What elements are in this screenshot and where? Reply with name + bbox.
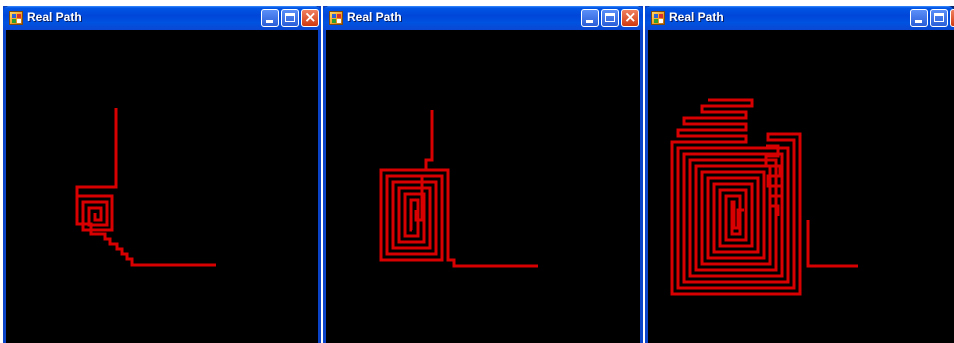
robot-path-line: [75, 108, 216, 267]
close-button[interactable]: ×: [950, 8, 954, 27]
app-icon[interactable]: [9, 11, 23, 25]
path-canvas: [6, 30, 318, 343]
maximize-button[interactable]: [930, 9, 948, 27]
minimize-button[interactable]: [261, 9, 279, 27]
path-canvas: [648, 30, 954, 343]
title-bar[interactable]: Real Path ×: [645, 6, 954, 30]
path-canvas: [326, 30, 640, 343]
minimize-icon: [266, 20, 273, 23]
robot-path-spiral: [77, 194, 114, 232]
path-drawing: [75, 108, 216, 267]
close-button[interactable]: ×: [621, 8, 639, 27]
real-path-window-2: Real Path ×: [323, 6, 643, 343]
robot-path-right-arms: [764, 144, 784, 216]
minimize-icon: [915, 20, 922, 23]
minimize-button[interactable]: [910, 9, 928, 27]
robot-path-spiral: [379, 168, 444, 262]
maximize-icon: [605, 13, 615, 22]
robot-path-outer: [806, 220, 858, 268]
maximize-icon: [934, 13, 944, 22]
path-drawing: [670, 98, 858, 296]
maximize-icon: [285, 13, 295, 22]
maximize-button[interactable]: [601, 9, 619, 27]
real-path-window-1: Real Path ×: [3, 6, 321, 343]
window-title: Real Path: [347, 10, 402, 24]
app-icon[interactable]: [329, 11, 343, 25]
real-path-window-3: Real Path ×: [645, 6, 954, 343]
close-button[interactable]: ×: [301, 8, 319, 27]
window-title: Real Path: [669, 10, 724, 24]
close-icon: ×: [624, 8, 637, 26]
window-title: Real Path: [27, 10, 82, 24]
minimize-icon: [586, 20, 593, 23]
title-bar[interactable]: Real Path ×: [323, 6, 643, 30]
app-icon[interactable]: [651, 11, 665, 25]
maximize-button[interactable]: [281, 9, 299, 27]
title-bar[interactable]: Real Path ×: [3, 6, 321, 30]
path-drawing: [379, 110, 538, 268]
minimize-button[interactable]: [581, 9, 599, 27]
close-icon: ×: [304, 8, 317, 26]
